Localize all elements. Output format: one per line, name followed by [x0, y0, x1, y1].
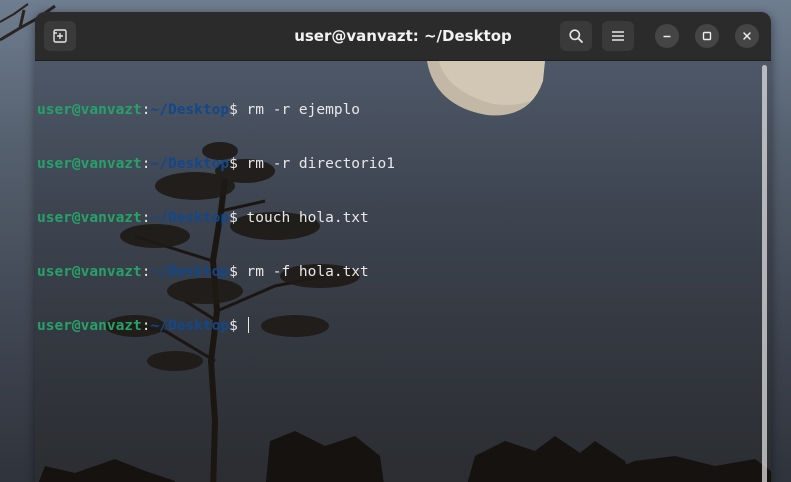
maximize-icon — [702, 31, 712, 41]
search-icon — [569, 29, 583, 43]
minimize-icon — [663, 35, 671, 38]
command-text: rm -r directorio1 — [246, 156, 395, 172]
prompt-dollar: $ — [229, 102, 247, 118]
terminal-line: user@vanvazt:~/Desktop$ touch hola.txt — [37, 209, 395, 227]
prompt-colon: : — [141, 156, 151, 172]
prompt-dollar: $ — [229, 264, 247, 280]
prompt-path: ~/Desktop — [150, 156, 230, 172]
prompt-user-host: user@vanvazt — [37, 156, 142, 172]
command-text: rm -f hola.txt — [246, 264, 369, 280]
new-tab-button[interactable] — [44, 21, 76, 51]
prompt-dollar: $ — [229, 318, 247, 334]
prompt-colon: : — [141, 210, 151, 226]
terminal-line: user@vanvazt:~/Desktop$ rm -r ejemplo — [37, 101, 395, 119]
prompt-path: ~/Desktop — [150, 210, 230, 226]
search-button[interactable] — [560, 21, 592, 51]
maximize-button[interactable] — [695, 24, 719, 48]
new-tab-icon — [53, 29, 67, 43]
menu-button[interactable] — [602, 21, 634, 51]
minimize-button[interactable] — [655, 24, 679, 48]
prompt-colon: : — [141, 318, 151, 334]
command-text: touch hola.txt — [246, 210, 369, 226]
terminal-area[interactable]: user@vanvazt:~/Desktop$ rm -r ejemplo us… — [35, 61, 771, 482]
prompt-path: ~/Desktop — [150, 102, 230, 118]
terminal-line: user@vanvazt:~/Desktop$ rm -f hola.txt — [37, 263, 395, 281]
headerbar: user@vanvazt: ~/Desktop — [35, 12, 771, 61]
prompt-user-host: user@vanvazt — [37, 102, 142, 118]
hamburger-menu-icon — [612, 31, 624, 41]
prompt-user-host: user@vanvazt — [37, 318, 142, 334]
scrollbar[interactable] — [762, 65, 767, 482]
prompt-dollar: $ — [229, 210, 247, 226]
prompt-path: ~/Desktop — [150, 318, 230, 334]
terminal-line-active[interactable]: user@vanvazt:~/Desktop$ — [37, 317, 395, 335]
text-cursor — [247, 317, 249, 333]
prompt-colon: : — [141, 264, 151, 280]
close-icon — [743, 32, 751, 40]
close-button[interactable] — [735, 24, 759, 48]
command-text: rm -r ejemplo — [246, 102, 361, 118]
prompt-user-host: user@vanvazt — [37, 210, 142, 226]
terminal-window: user@vanvazt: ~/Desktop user@vanvazt:~/D… — [35, 12, 771, 482]
prompt-colon: : — [141, 102, 151, 118]
prompt-path: ~/Desktop — [150, 264, 230, 280]
terminal-line: user@vanvazt:~/Desktop$ rm -r directorio… — [37, 155, 395, 173]
prompt-user-host: user@vanvazt — [37, 264, 142, 280]
prompt-dollar: $ — [229, 156, 247, 172]
terminal-output: user@vanvazt:~/Desktop$ rm -r ejemplo us… — [37, 65, 395, 371]
